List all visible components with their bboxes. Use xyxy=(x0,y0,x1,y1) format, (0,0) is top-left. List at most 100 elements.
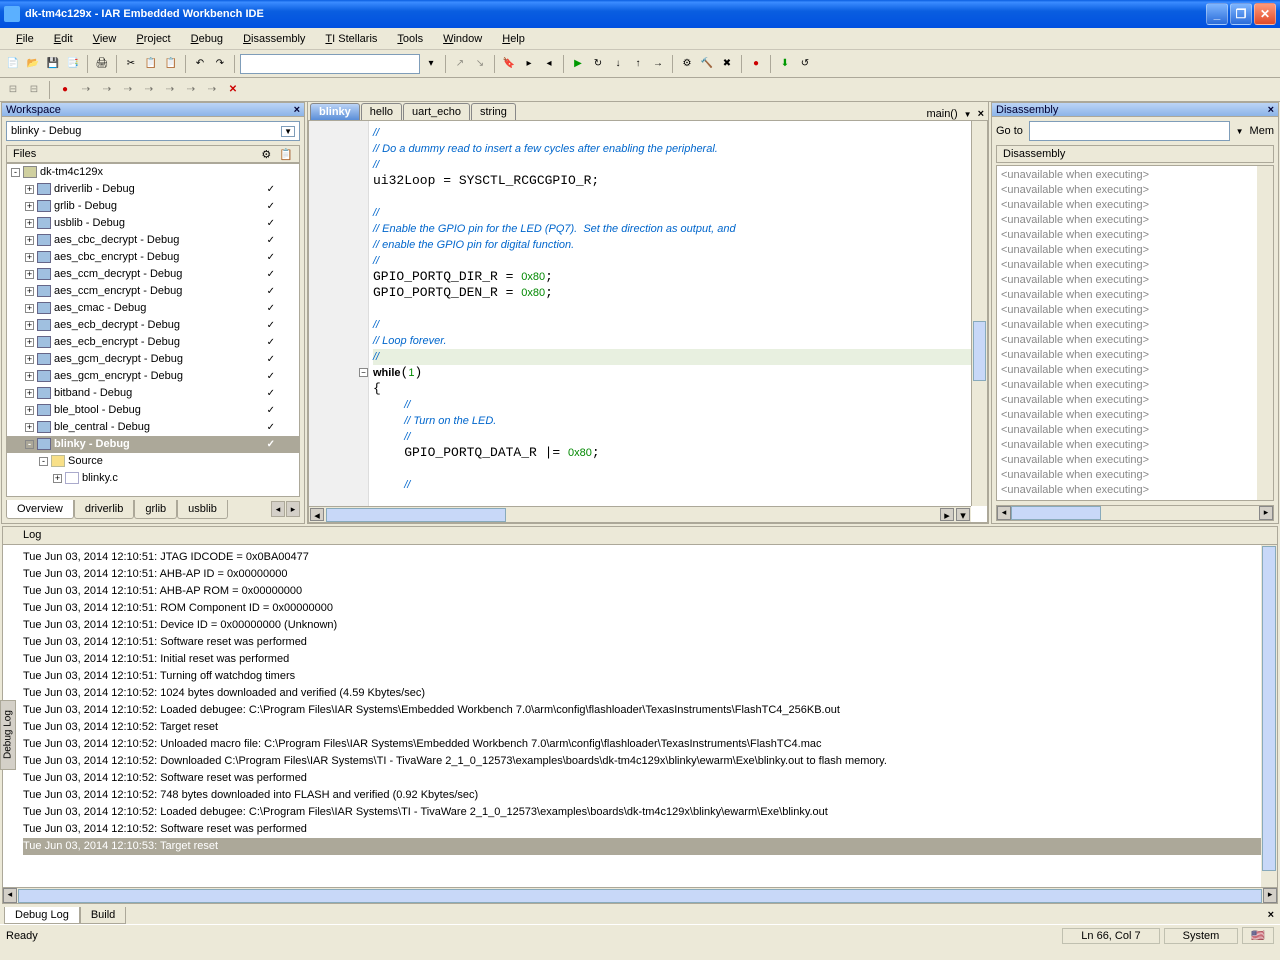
go-icon[interactable]: ▶ xyxy=(569,55,587,73)
log-row[interactable]: Tue Jun 03, 2014 12:10:51: Software rese… xyxy=(23,634,1269,651)
t2-9-icon[interactable]: ⇢ xyxy=(203,81,221,99)
reset-icon[interactable]: ↺ xyxy=(796,55,814,73)
step-out-icon[interactable]: ↑ xyxy=(629,55,647,73)
btab-debug-log[interactable]: Debug Log xyxy=(4,907,80,924)
disasm-body[interactable]: <unavailable when executing><unavailable… xyxy=(996,165,1274,501)
tree-item[interactable]: +aes_cmac - Debug✓ xyxy=(7,300,299,317)
disasm-close-icon[interactable]: × xyxy=(1268,104,1274,116)
menu-window[interactable]: Window xyxy=(433,31,492,47)
t2-5-icon[interactable]: ⇢ xyxy=(119,81,137,99)
ws-tab-driverlib[interactable]: driverlib xyxy=(74,500,135,519)
bookmark-icon[interactable]: 🔖 xyxy=(500,55,518,73)
step-over-icon[interactable]: ↻ xyxy=(589,55,607,73)
menu-project[interactable]: Project xyxy=(126,31,180,47)
tree-item[interactable]: -blinky - Debug✓ xyxy=(7,436,299,453)
t2-4-icon[interactable]: ⇢ xyxy=(98,81,116,99)
disasm-hscrollbar[interactable]: ◂▸ xyxy=(996,505,1274,521)
t2-7-icon[interactable]: ⇢ xyxy=(161,81,179,99)
log-vscrollbar[interactable] xyxy=(1261,545,1277,887)
debug-log-vtab[interactable]: Debug Log xyxy=(0,700,16,770)
breakpoint-icon[interactable]: ● xyxy=(747,55,765,73)
ws-tab-usblib[interactable]: usblib xyxy=(177,500,228,519)
t2-6-icon[interactable]: ⇢ xyxy=(140,81,158,99)
log-row[interactable]: Tue Jun 03, 2014 12:10:51: AHB-AP ROM = … xyxy=(23,583,1269,600)
step-into-icon[interactable]: ↓ xyxy=(609,55,627,73)
tree-item[interactable]: +usblib - Debug✓ xyxy=(7,215,299,232)
download-icon[interactable]: ⬇ xyxy=(776,55,794,73)
tree-item[interactable]: -dk-tm4c129x xyxy=(7,164,299,181)
save-icon[interactable]: 💾 xyxy=(44,55,62,73)
editor-hscrollbar[interactable]: ◂▸▾ xyxy=(309,506,971,522)
config-dropdown[interactable]: blinky - Debug▼ xyxy=(6,121,300,141)
tree-item[interactable]: +aes_ccm_encrypt - Debug✓ xyxy=(7,283,299,300)
minimize-button[interactable]: _ xyxy=(1206,3,1228,25)
menu-file[interactable]: File xyxy=(6,31,44,47)
mem-button[interactable]: Mem xyxy=(1250,125,1274,137)
log-row[interactable]: Tue Jun 03, 2014 12:10:52: Loaded debuge… xyxy=(23,702,1269,719)
nav2-icon[interactable]: ↘ xyxy=(471,55,489,73)
make-icon[interactable]: 🔨 xyxy=(698,55,716,73)
log-row[interactable]: Tue Jun 03, 2014 12:10:52: Downloaded C:… xyxy=(23,753,1269,770)
tree-item[interactable]: +aes_gcm_decrypt - Debug✓ xyxy=(7,351,299,368)
log-row[interactable]: Tue Jun 03, 2014 12:10:51: Initial reset… xyxy=(23,651,1269,668)
stop-build-icon[interactable]: ✖ xyxy=(718,55,736,73)
save-all-icon[interactable]: 📑 xyxy=(64,55,82,73)
log-row[interactable]: Tue Jun 03, 2014 12:10:51: ROM Component… xyxy=(23,600,1269,617)
redo-icon[interactable]: ↷ xyxy=(211,55,229,73)
ws-tab-grlib[interactable]: grlib xyxy=(134,500,177,519)
maximize-button[interactable]: ❐ xyxy=(1230,3,1252,25)
run-to-icon[interactable]: → xyxy=(649,55,667,73)
log-row[interactable]: Tue Jun 03, 2014 12:10:52: 1024 bytes do… xyxy=(23,685,1269,702)
menu-disassembly[interactable]: Disassembly xyxy=(233,31,315,47)
tree-item[interactable]: -Source xyxy=(7,453,299,470)
log-hscrollbar[interactable]: ◂▸ xyxy=(3,887,1277,903)
ws-tab-overview[interactable]: Overview xyxy=(6,500,74,519)
tree-item[interactable]: +grlib - Debug✓ xyxy=(7,198,299,215)
log-row[interactable]: Tue Jun 03, 2014 12:10:51: Turning off w… xyxy=(23,668,1269,685)
editor-tab-close-icon[interactable]: × xyxy=(978,108,984,120)
log-row[interactable]: Tue Jun 03, 2014 12:10:52: Software rese… xyxy=(23,770,1269,787)
log-row[interactable]: Tue Jun 03, 2014 12:10:52: Target reset xyxy=(23,719,1269,736)
new-icon[interactable]: 📄 xyxy=(4,55,22,73)
t2-stop-icon[interactable]: ✕ xyxy=(224,81,242,99)
workspace-close-icon[interactable]: × xyxy=(294,104,300,116)
editor-tab-blinky[interactable]: blinky xyxy=(310,103,360,120)
bm-next-icon[interactable]: ▸ xyxy=(520,55,538,73)
menu-help[interactable]: Help xyxy=(492,31,535,47)
menu-view[interactable]: View xyxy=(83,31,127,47)
menu-edit[interactable]: Edit xyxy=(44,31,83,47)
bottom-close-icon[interactable]: × xyxy=(1268,909,1274,921)
tree-item[interactable]: +driverlib - Debug✓ xyxy=(7,181,299,198)
find-combo[interactable] xyxy=(240,54,420,74)
btab-build[interactable]: Build xyxy=(80,907,126,924)
editor-tab-hello[interactable]: hello xyxy=(361,103,402,120)
log-row[interactable]: Tue Jun 03, 2014 12:10:51: AHB-AP ID = 0… xyxy=(23,566,1269,583)
tree-item[interactable]: +aes_gcm_encrypt - Debug✓ xyxy=(7,368,299,385)
disasm-vscrollbar[interactable] xyxy=(1257,166,1273,500)
log-body[interactable]: Tue Jun 03, 2014 12:10:51: JTAG IDCODE =… xyxy=(3,545,1277,887)
tree-item[interactable]: +aes_ecb_encrypt - Debug✓ xyxy=(7,334,299,351)
tree-item[interactable]: +aes_cbc_encrypt - Debug✓ xyxy=(7,249,299,266)
t2-8-icon[interactable]: ⇢ xyxy=(182,81,200,99)
log-row[interactable]: Tue Jun 03, 2014 12:10:52: 748 bytes dow… xyxy=(23,787,1269,804)
t2-3-icon[interactable]: ⇢ xyxy=(77,81,95,99)
close-button[interactable]: ✕ xyxy=(1254,3,1276,25)
code-area[interactable]: // // Do a dummy read to insert a few cy… xyxy=(369,121,987,522)
menu-tools[interactable]: Tools xyxy=(387,31,433,47)
tree-item[interactable]: +aes_ccm_decrypt - Debug✓ xyxy=(7,266,299,283)
editor-tab-string[interactable]: string xyxy=(471,103,516,120)
fold-icon[interactable]: − xyxy=(359,368,368,377)
tree-item[interactable]: +aes_ecb_decrypt - Debug✓ xyxy=(7,317,299,334)
menu-debug[interactable]: Debug xyxy=(181,31,233,47)
paste-icon[interactable]: 📋 xyxy=(162,55,180,73)
tree-item[interactable]: +blinky.c xyxy=(7,470,299,487)
undo-icon[interactable]: ↶ xyxy=(191,55,209,73)
workspace-tree[interactable]: -dk-tm4c129x+driverlib - Debug✓+grlib - … xyxy=(6,163,300,497)
editor-vscrollbar[interactable] xyxy=(971,121,987,506)
compile-icon[interactable]: ⚙ xyxy=(678,55,696,73)
ws-nav-left[interactable]: ◂ xyxy=(271,501,285,517)
ws-nav-right[interactable]: ▸ xyxy=(286,501,300,517)
log-row[interactable]: Tue Jun 03, 2014 12:10:51: JTAG IDCODE =… xyxy=(23,549,1269,566)
t2-bp-icon[interactable]: ● xyxy=(56,81,74,99)
cut-icon[interactable]: ✂ xyxy=(122,55,140,73)
